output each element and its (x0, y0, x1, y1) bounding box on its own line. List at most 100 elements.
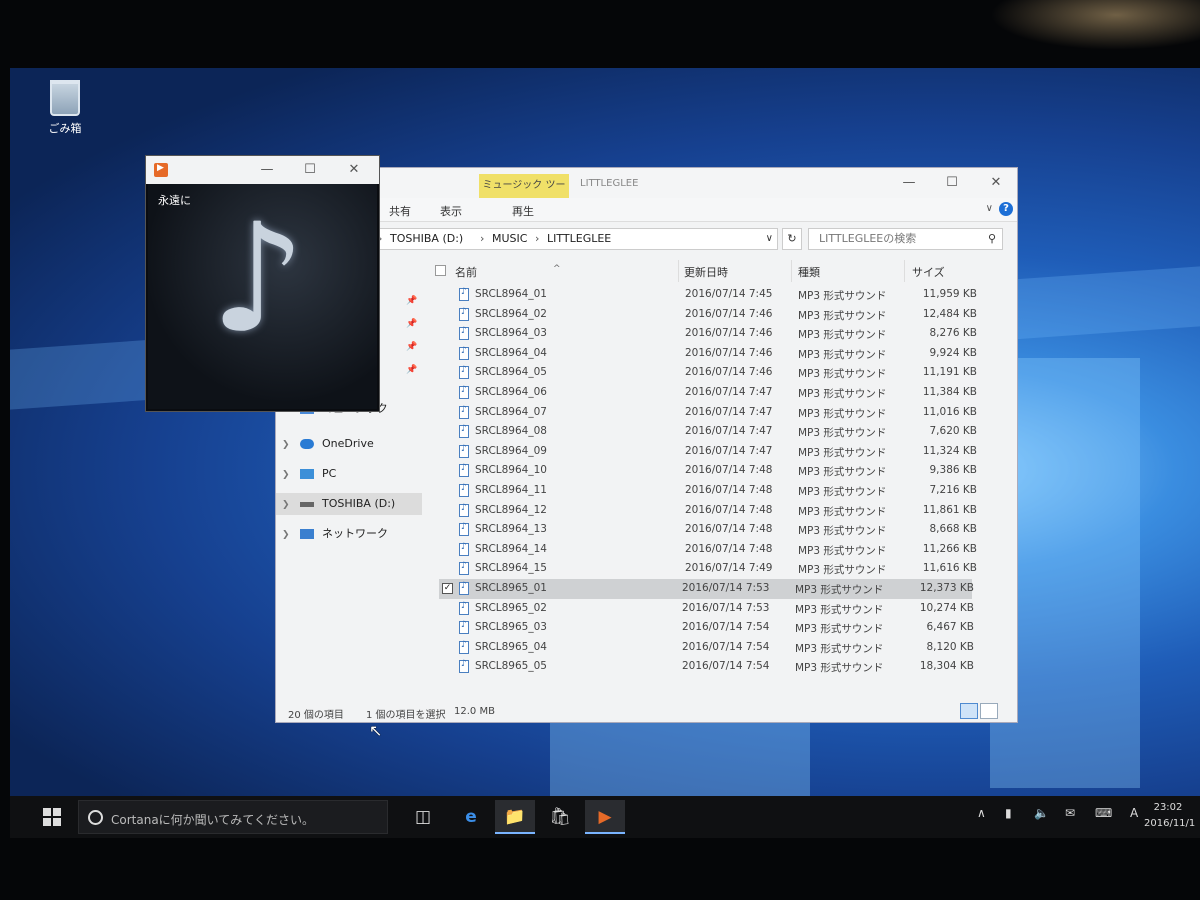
pin-icon[interactable]: 📌 (406, 296, 417, 306)
store-icon[interactable]: 🛍 (540, 800, 580, 834)
file-row[interactable]: SRCL8964_11 2016/07/14 7:48 MP3 形式サウンド 7,21… (439, 481, 977, 501)
tab-view[interactable]: 表示 (440, 203, 462, 219)
start-button[interactable] (43, 808, 61, 826)
file-row[interactable]: SRCL8964_14 2016/07/14 7:48 MP3 形式サウンド 11,2… (439, 540, 977, 560)
tab-play[interactable]: 再生 (512, 203, 534, 219)
media-player-app-icon (154, 163, 168, 177)
close-button[interactable]: ✕ (981, 174, 1011, 192)
file-size: 18,304 KB (919, 660, 974, 673)
file-row[interactable]: SRCL8964_10 2016/07/14 7:48 MP3 形式サウンド 9,38… (439, 461, 977, 481)
notification-icon[interactable]: ✉ (1065, 806, 1075, 820)
player-minimize-button[interactable]: — (252, 161, 282, 179)
file-row[interactable]: SRCL8964_01 2016/07/14 7:45 MP3 形式サウンド 11,9… (439, 285, 977, 305)
window-title: LITTLEGLEE (580, 178, 639, 189)
details-view-button[interactable] (960, 703, 978, 719)
column-name[interactable]: 名前 (455, 264, 477, 280)
cortana-search-box[interactable]: Cortanaに何か聞いてみてください。 (78, 800, 388, 834)
nav-item-pc[interactable]: ❯ PC (276, 463, 422, 485)
file-row[interactable]: SRCL8965_02 2016/07/14 7:53 MP3 形式サウンド 10,2… (439, 599, 974, 619)
file-date: 2016/07/14 7:46 (685, 346, 773, 359)
file-date: 2016/07/14 7:47 (685, 386, 773, 398)
minimize-button[interactable]: — (894, 174, 924, 192)
keyboard-icon[interactable]: ⌨ (1095, 806, 1112, 820)
file-row[interactable]: SRCL8964_12 2016/07/14 7:48 MP3 形式サウンド 11,8… (439, 501, 977, 521)
search-input[interactable]: LITTLEGLEEの検索 ⚲ (808, 228, 1003, 250)
column-divider[interactable] (678, 260, 679, 282)
file-size: 11,016 KB (922, 405, 977, 418)
select-all-checkbox[interactable] (435, 265, 446, 276)
nav-item-toshiba-drive[interactable]: ❯ TOSHIBA (D:) (276, 493, 422, 515)
battery-icon[interactable]: ▮ (1005, 806, 1012, 820)
mp3-file-icon (459, 640, 469, 654)
player-maximize-button[interactable]: ☐ (295, 161, 325, 179)
file-row[interactable]: SRCL8964_07 2016/07/14 7:47 MP3 形式サウンド 11,0… (439, 403, 977, 423)
address-history-chevron-icon[interactable]: ∨ (766, 229, 773, 249)
nav-item-onedrive[interactable]: ❯ OneDrive (276, 433, 422, 455)
file-row[interactable]: SRCL8964_15 2016/07/14 7:49 MP3 形式サウンド 11,6… (439, 559, 977, 579)
show-hidden-icons-chevron-icon[interactable]: ∧ (977, 806, 986, 820)
cortana-placeholder: Cortanaに何か聞いてみてください。 (111, 813, 314, 827)
media-player-window: — ☐ ✕ 永遠に ♪ (145, 155, 380, 412)
file-row[interactable]: SRCL8964_03 2016/07/14 7:46 MP3 形式サウンド 8,27… (439, 324, 977, 344)
file-size: 9,386 KB (929, 464, 978, 477)
explorer-titlebar[interactable]: ミュージック ツール LITTLEGLEE — ☐ ✕ (276, 168, 1017, 215)
file-explorer-icon[interactable]: 📁 (495, 800, 535, 834)
nav-item-network[interactable]: ❯ ネットワーク (276, 523, 422, 545)
file-size: 11,191 KB (922, 366, 977, 379)
chevron-down-icon[interactable]: ∨ (986, 203, 993, 214)
breadcrumb-music[interactable]: MUSIC (492, 229, 527, 249)
file-row[interactable]: ✓ SRCL8965_01 2016/07/14 7:53 MP3 形式サウンド 12,… (439, 579, 974, 599)
recycle-bin[interactable]: ごみ箱 (40, 80, 90, 136)
column-divider[interactable] (791, 260, 792, 282)
help-icon[interactable]: ? (999, 202, 1013, 216)
file-row[interactable]: SRCL8964_09 2016/07/14 7:47 MP3 形式サウンド 11,3… (439, 442, 977, 462)
file-row[interactable]: SRCL8964_13 2016/07/14 7:48 MP3 形式サウンド 8,66… (439, 520, 977, 540)
media-player-taskbar-icon[interactable]: ▶ (585, 800, 625, 834)
file-row[interactable]: SRCL8964_05 2016/07/14 7:46 MP3 形式サウンド 11,1… (439, 363, 977, 383)
breadcrumb-littleglee[interactable]: LITTLEGLEE (547, 229, 611, 249)
expand-icon[interactable]: ❯ (282, 464, 296, 486)
pin-icon[interactable]: 📌 (406, 319, 417, 329)
player-close-button[interactable]: ✕ (339, 161, 369, 179)
refresh-button[interactable]: ↻ (782, 228, 802, 250)
column-type[interactable]: 種類 (798, 264, 820, 280)
file-type: MP3 形式サウンド (798, 466, 887, 479)
network-icon (299, 529, 314, 539)
pin-icon[interactable]: 📌 (406, 365, 417, 375)
music-tools-tab[interactable]: ミュージック ツール (479, 174, 569, 215)
column-date[interactable]: 更新日時 (684, 264, 728, 280)
clock[interactable]: 23:02 2016/11/1 (1144, 800, 1195, 832)
file-name: SRCL8964_05 (475, 366, 547, 379)
ime-indicator[interactable]: A (1130, 806, 1138, 820)
tab-share[interactable]: 共有 (389, 203, 411, 219)
expand-icon[interactable]: ❯ (282, 494, 296, 516)
edge-browser-icon[interactable]: e (451, 800, 491, 834)
file-row[interactable]: SRCL8965_05 2016/07/14 7:54 MP3 形式サウンド 18,3… (439, 657, 974, 677)
album-art[interactable]: 永遠に ♪ (148, 184, 377, 409)
maximize-button[interactable]: ☐ (937, 174, 967, 192)
row-checkbox[interactable]: ✓ (442, 583, 453, 594)
large-icons-view-button[interactable] (980, 703, 998, 719)
file-name: SRCL8964_08 (475, 425, 547, 438)
expand-icon[interactable]: ❯ (282, 434, 296, 456)
pin-icon[interactable]: 📌 (406, 342, 417, 352)
column-divider[interactable] (904, 260, 905, 282)
file-row[interactable]: SRCL8964_06 2016/07/14 7:47 MP3 形式サウンド 11,3… (439, 383, 977, 403)
taskbar: Cortanaに何か聞いてみてください。 ◫ e 📁 🛍 ▶ ∧ ▮ 🔈 ✉ ⌨… (10, 796, 1200, 838)
player-titlebar[interactable]: — ☐ ✕ (146, 156, 379, 184)
address-bar[interactable]: › TOSHIBA (D:) › MUSIC › LITTLEGLEE ∨ (371, 228, 778, 250)
column-size[interactable]: サイズ (912, 264, 945, 280)
file-type: MP3 形式サウンド (795, 623, 884, 636)
expand-icon[interactable]: ❯ (282, 524, 296, 546)
recycle-bin-label: ごみ箱 (48, 122, 82, 135)
file-row[interactable]: SRCL8964_08 2016/07/14 7:47 MP3 形式サウンド 7,62… (439, 422, 977, 442)
task-view-icon[interactable]: ◫ (403, 800, 443, 834)
file-row[interactable]: SRCL8965_04 2016/07/14 7:54 MP3 形式サウンド 8,12… (439, 638, 974, 658)
breadcrumb-drive[interactable]: TOSHIBA (D:) (390, 229, 463, 249)
file-row[interactable]: SRCL8964_02 2016/07/14 7:46 MP3 形式サウンド 12,4… (439, 305, 977, 325)
file-row[interactable]: SRCL8964_04 2016/07/14 7:46 MP3 形式サウンド 9,92… (439, 344, 977, 364)
volume-icon[interactable]: 🔈 (1034, 806, 1049, 820)
file-type: MP3 形式サウンド (798, 544, 887, 557)
file-row[interactable]: SRCL8965_03 2016/07/14 7:54 MP3 形式サウンド 6,46… (439, 618, 974, 638)
file-date: 2016/07/14 7:46 (685, 327, 773, 340)
